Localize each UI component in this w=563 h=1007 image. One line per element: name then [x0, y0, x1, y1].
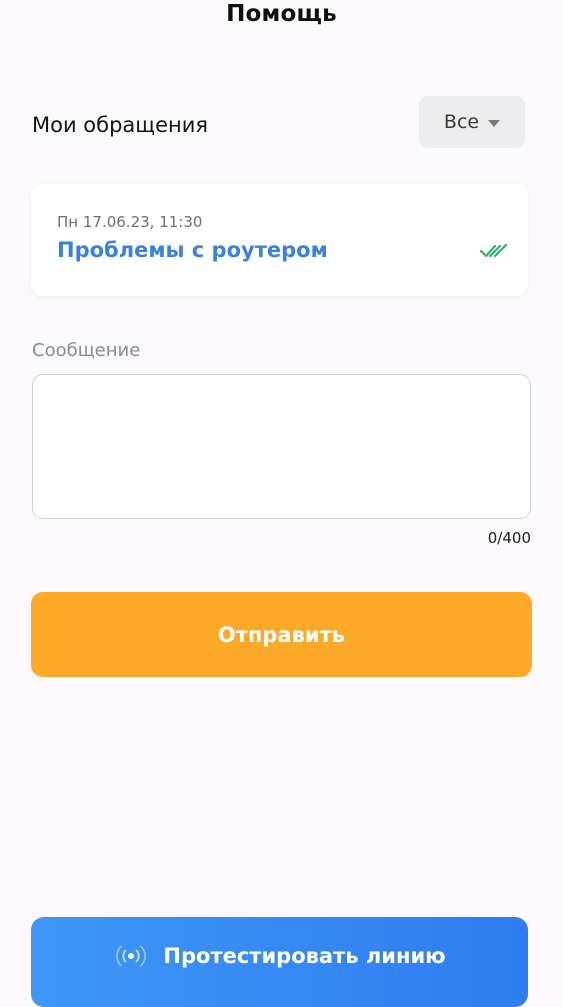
test-line-button[interactable]: Протестировать линию — [31, 917, 528, 1007]
ticket-card[interactable]: Пн 17.06.23, 11:30 Проблемы с роутером — [31, 184, 528, 296]
page-title: Помощь — [226, 1, 337, 27]
character-counter: 0/400 — [487, 529, 531, 547]
broadcast-icon — [116, 945, 147, 967]
ticket-subject: Проблемы с роутером — [57, 238, 328, 262]
send-button[interactable]: Отправить — [31, 592, 532, 677]
filter-dropdown[interactable]: Все — [419, 96, 525, 148]
filter-selected-value: Все — [443, 111, 480, 133]
ticket-date: Пн 17.06.23, 11:30 — [57, 213, 203, 231]
test-line-label: Протестировать линию — [163, 944, 446, 968]
message-input[interactable] — [32, 374, 531, 519]
double-check-icon — [479, 243, 508, 258]
message-label: Сообщение — [32, 340, 141, 361]
send-button-label: Отправить — [217, 622, 346, 647]
chevron-down-icon — [488, 119, 501, 127]
my-requests-title: Мои обращения — [32, 113, 208, 137]
